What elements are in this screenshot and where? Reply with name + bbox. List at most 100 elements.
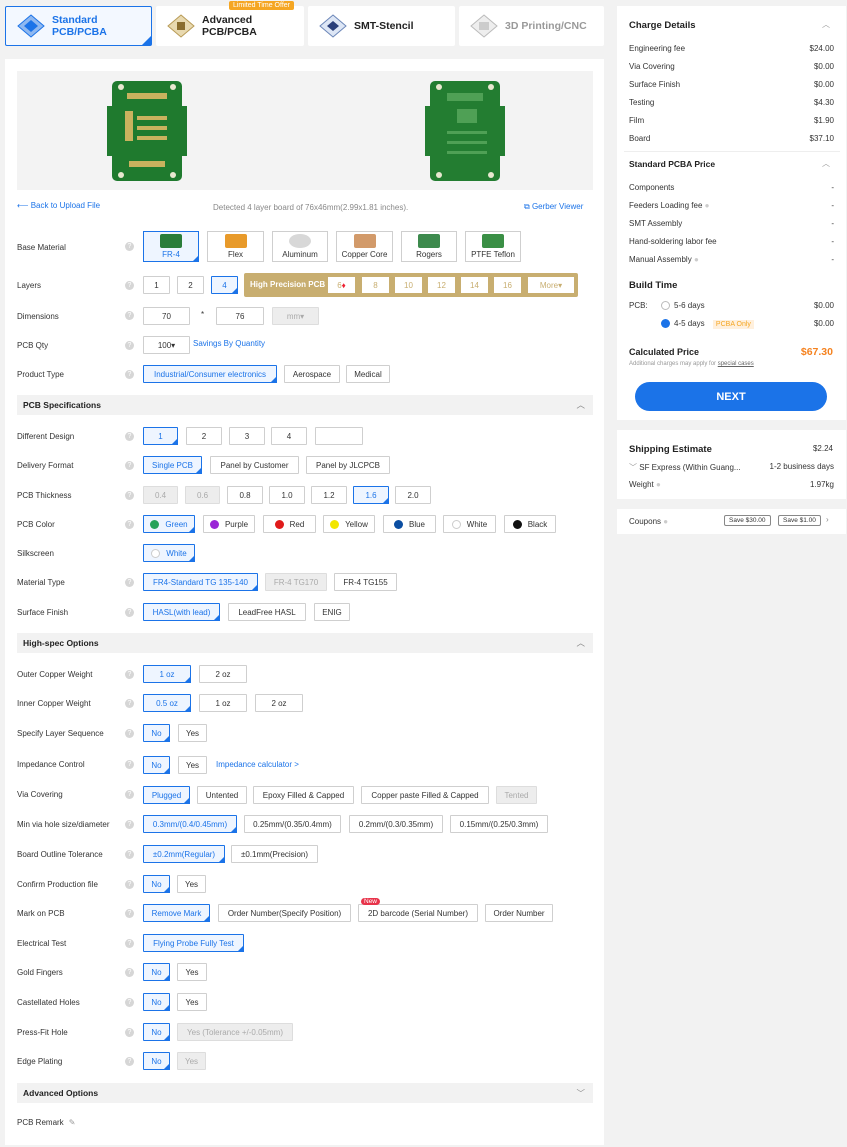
- outer-copper-1oz[interactable]: 1 oz: [143, 665, 191, 683]
- mark-order-specify[interactable]: Order Number(Specify Position): [218, 904, 351, 922]
- color-purple[interactable]: Purple: [203, 515, 255, 533]
- thickness-0.4[interactable]: 0.4: [143, 486, 178, 504]
- min-via-0.3[interactable]: 0.3mm/(0.4/0.45mm): [143, 815, 237, 833]
- inner-copper-0.5oz[interactable]: 0.5 oz: [143, 694, 191, 712]
- gold-fingers-no[interactable]: No: [143, 963, 170, 981]
- chevron-up-icon[interactable]: ︿: [822, 19, 830, 30]
- layer-seq-no[interactable]: No: [143, 724, 170, 742]
- material-type-standard[interactable]: FR4-Standard TG 135-140: [143, 573, 258, 591]
- mark-2d-barcode[interactable]: 2D barcode (Serial Number) New: [358, 898, 478, 922]
- tab-advanced-pcb[interactable]: Limited Time Offer Advanced PCB/PCBA: [156, 1, 304, 46]
- back-to-upload-link[interactable]: ⟵ Back to Upload File: [17, 201, 100, 210]
- tab-standard-pcb[interactable]: Standard PCB/PCBA: [5, 6, 152, 46]
- color-yellow[interactable]: Yellow: [323, 515, 375, 533]
- thickness-0.6[interactable]: 0.6: [185, 486, 220, 504]
- high-spec-options-header[interactable]: High-spec Options ︿: [17, 633, 593, 653]
- mark-order-number[interactable]: Order Number: [485, 904, 553, 922]
- inner-copper-1oz[interactable]: 1 oz: [199, 694, 247, 712]
- delivery-single[interactable]: Single PCB: [143, 456, 202, 474]
- castellated-yes[interactable]: Yes: [177, 993, 207, 1011]
- min-via-0.2[interactable]: 0.2mm/(0.3/0.35mm): [349, 815, 443, 833]
- build-option-5-6[interactable]: 5-6 days $0.00: [661, 301, 834, 311]
- unit-select[interactable]: mm ▾: [272, 307, 319, 325]
- delivery-panel-customer[interactable]: Panel by Customer: [210, 456, 299, 474]
- color-black[interactable]: Black: [504, 515, 556, 533]
- thickness-1.6[interactable]: 1.6: [353, 486, 389, 504]
- qty-select[interactable]: 100 ▾: [143, 336, 190, 354]
- tab-3d-printing[interactable]: 3D Printing/CNC: [459, 6, 604, 46]
- confirm-file-yes[interactable]: Yes: [177, 875, 206, 893]
- material-fr4[interactable]: FR-4: [143, 231, 199, 262]
- layer-seq-yes[interactable]: Yes: [178, 724, 207, 742]
- layer-10[interactable]: 10: [395, 277, 422, 293]
- color-white[interactable]: White: [443, 515, 496, 533]
- layer-4[interactable]: 4: [211, 276, 238, 294]
- color-red[interactable]: Red: [263, 515, 316, 533]
- outline-regular[interactable]: ±0.2mm(Regular): [143, 845, 225, 863]
- mark-remove[interactable]: Remove Mark: [143, 904, 210, 922]
- coupon-tag[interactable]: Save $30.00: [724, 515, 771, 526]
- material-copper-core[interactable]: Copper Core: [336, 231, 393, 262]
- layer-6[interactable]: 6 ♦: [328, 277, 355, 293]
- width-input[interactable]: 70: [143, 307, 190, 325]
- gold-fingers-yes[interactable]: Yes: [177, 963, 207, 981]
- material-type-tg170[interactable]: FR-4 TG170: [265, 573, 327, 591]
- test-flying-probe[interactable]: Flying Probe Fully Test: [143, 934, 244, 952]
- pressfit-no[interactable]: No: [143, 1023, 170, 1041]
- design-4[interactable]: 4: [271, 427, 307, 445]
- finish-hasl-lead[interactable]: HASL(with lead): [143, 603, 220, 621]
- pencil-edit-icon[interactable]: ✎: [69, 1118, 76, 1127]
- pressfit-yes[interactable]: Yes (Tolerance +/-0.05mm): [177, 1023, 293, 1041]
- height-input[interactable]: 76: [216, 307, 264, 325]
- product-industrial[interactable]: Industrial/Consumer electronics: [143, 365, 277, 383]
- tab-smt-stencil[interactable]: SMT-Stencil: [308, 6, 455, 46]
- min-via-0.25[interactable]: 0.25mm/(0.35/0.4mm): [244, 815, 341, 833]
- delivery-panel-jlcpcb[interactable]: Panel by JLCPCB: [306, 456, 390, 474]
- next-button[interactable]: NEXT: [635, 382, 827, 411]
- layers-more-dropdown[interactable]: More ▾: [528, 277, 574, 293]
- design-custom-input[interactable]: [315, 427, 363, 445]
- confirm-file-no[interactable]: No: [143, 875, 170, 893]
- color-green[interactable]: Green: [143, 515, 195, 533]
- material-type-tg155[interactable]: FR-4 TG155: [334, 573, 397, 591]
- design-3[interactable]: 3: [229, 427, 265, 445]
- pcb-specifications-header[interactable]: PCB Specifications ︿: [17, 395, 593, 415]
- via-tented[interactable]: Tented: [496, 786, 537, 804]
- inner-copper-2oz[interactable]: 2 oz: [255, 694, 303, 712]
- layer-2[interactable]: 2: [177, 276, 204, 294]
- gerber-viewer-link[interactable]: ⧉ Gerber Viewer: [524, 202, 583, 212]
- chevron-up-icon[interactable]: ︿: [822, 158, 830, 169]
- savings-by-quantity-link[interactable]: Savings By Quantity: [193, 339, 265, 348]
- thickness-2.0[interactable]: 2.0: [395, 486, 431, 504]
- impedance-no[interactable]: No: [143, 756, 170, 774]
- layer-16[interactable]: 16: [494, 277, 521, 293]
- finish-leadfree-hasl[interactable]: LeadFree HASL: [228, 603, 306, 621]
- material-rogers[interactable]: Rogers: [401, 231, 457, 262]
- material-aluminum[interactable]: Aluminum: [272, 231, 328, 262]
- outer-copper-2oz[interactable]: 2 oz: [199, 665, 247, 683]
- via-copper-paste[interactable]: Copper paste Filled & Capped: [361, 786, 489, 804]
- material-ptfe[interactable]: PTFE Teflon: [465, 231, 521, 262]
- product-medical[interactable]: Medical: [346, 365, 390, 383]
- design-2[interactable]: 2: [186, 427, 222, 445]
- coupon-tag[interactable]: Save $1.00: [778, 515, 821, 526]
- chevron-right-icon[interactable]: ›: [826, 515, 829, 524]
- via-untented[interactable]: Untented: [197, 786, 247, 804]
- castellated-no[interactable]: No: [143, 993, 170, 1011]
- layer-1[interactable]: 1: [143, 276, 170, 294]
- impedance-calculator-link[interactable]: Impedance calculator >: [216, 760, 299, 769]
- thickness-1.0[interactable]: 1.0: [269, 486, 305, 504]
- design-1[interactable]: 1: [143, 427, 178, 445]
- via-epoxy[interactable]: Epoxy Filled & Capped: [253, 786, 354, 804]
- layer-12[interactable]: 12: [428, 277, 455, 293]
- via-plugged[interactable]: Plugged: [143, 786, 190, 804]
- special-cases-link[interactable]: special cases: [718, 361, 754, 367]
- build-option-4-5[interactable]: 4-5 days PCBA Only $0.00: [661, 319, 834, 329]
- material-flex[interactable]: Flex: [207, 231, 264, 262]
- edge-plating-no[interactable]: No: [143, 1052, 170, 1070]
- product-aerospace[interactable]: Aerospace: [284, 365, 340, 383]
- layer-14[interactable]: 14: [461, 277, 488, 293]
- shipping-method-select[interactable]: ﹀ SF Express (Within Guang... 1-2 busines…: [629, 462, 834, 473]
- color-blue[interactable]: Blue: [383, 515, 436, 533]
- thickness-1.2[interactable]: 1.2: [311, 486, 347, 504]
